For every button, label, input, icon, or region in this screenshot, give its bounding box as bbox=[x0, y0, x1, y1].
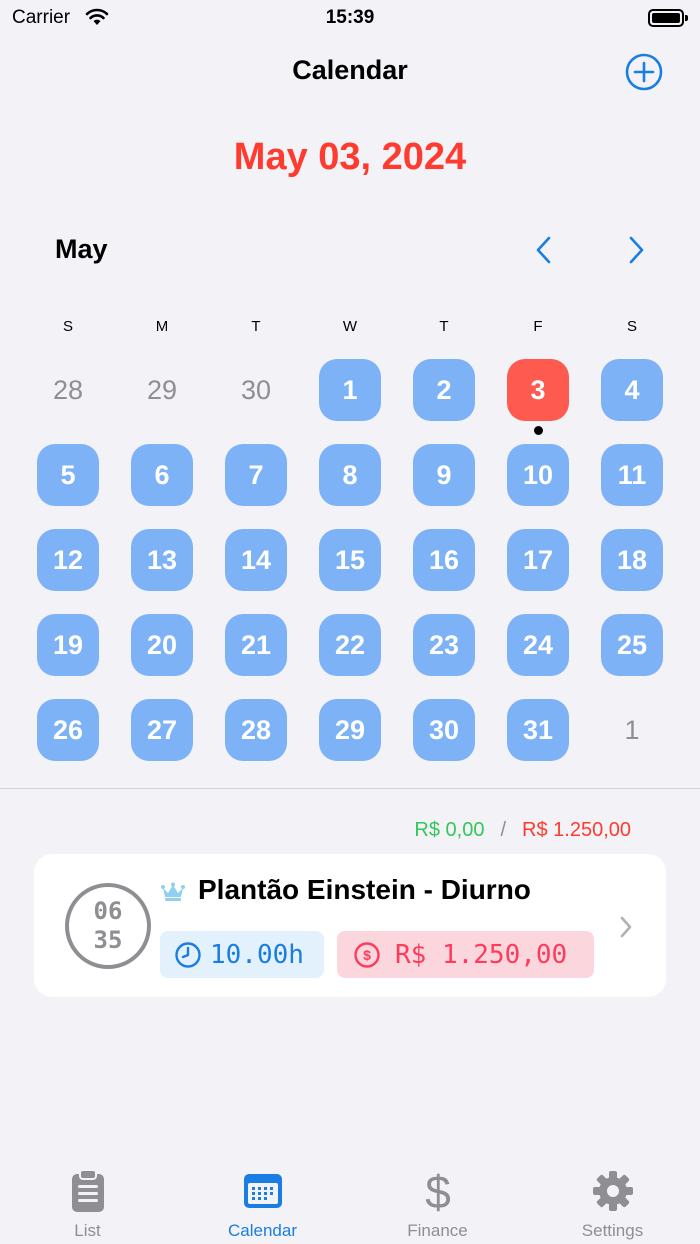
next-month-button[interactable] bbox=[620, 232, 652, 268]
weekday-label: T bbox=[439, 318, 449, 335]
day-cell[interactable]: 5 bbox=[37, 444, 99, 506]
day-cell[interactable]: 26 bbox=[37, 699, 99, 761]
day-cell[interactable]: 11 bbox=[601, 444, 663, 506]
shift-value: R$ 1.250,00 bbox=[395, 939, 568, 970]
tab-finance[interactable]: $ Finance bbox=[350, 1158, 525, 1244]
total-separator: / bbox=[500, 819, 507, 841]
day-cell[interactable]: 30 bbox=[413, 699, 475, 761]
tab-bar: List Calendar $ Finance Settings bbox=[0, 1158, 700, 1244]
clipboard-icon bbox=[0, 1166, 175, 1216]
day-cell[interactable]: 19 bbox=[37, 614, 99, 676]
day-cell[interactable]: 18 bbox=[601, 529, 663, 591]
total-expected: R$ 1.250,00 bbox=[522, 819, 631, 841]
day-cell[interactable]: 17 bbox=[507, 529, 569, 591]
weekday-label: S bbox=[626, 318, 637, 335]
start-minute: 35 bbox=[93, 926, 123, 954]
tab-list[interactable]: List bbox=[0, 1158, 175, 1244]
day-cell[interactable]: 20 bbox=[131, 614, 193, 676]
tab-settings[interactable]: Settings bbox=[525, 1158, 700, 1244]
day-cell[interactable]: 10 bbox=[507, 444, 569, 506]
day-cell-selected[interactable]: 3 bbox=[507, 359, 569, 421]
weekday-label: F bbox=[533, 318, 543, 335]
page-title: Calendar bbox=[292, 55, 408, 85]
day-cell[interactable]: 7 bbox=[225, 444, 287, 506]
chevron-right-icon bbox=[629, 236, 644, 264]
day-cell[interactable]: 4 bbox=[601, 359, 663, 421]
weekday-label: W bbox=[342, 318, 358, 335]
dollar-circle-icon: $ bbox=[354, 941, 380, 968]
plus-circle-icon bbox=[625, 53, 663, 91]
day-cell[interactable]: 27 bbox=[131, 699, 193, 761]
month-label: May bbox=[55, 234, 108, 264]
previous-month-button[interactable] bbox=[528, 232, 560, 268]
add-shift-button[interactable] bbox=[624, 52, 664, 92]
day-cell[interactable]: 28 bbox=[225, 699, 287, 761]
day-cell[interactable]: 9 bbox=[413, 444, 475, 506]
day-cell[interactable]: 15 bbox=[319, 529, 381, 591]
divider bbox=[0, 788, 700, 789]
day-cell[interactable]: 24 bbox=[507, 614, 569, 676]
tab-calendar[interactable]: Calendar bbox=[175, 1158, 350, 1244]
shift-title: Plantão Einstein - Diurno bbox=[198, 874, 531, 905]
weekday-label: S bbox=[62, 318, 73, 335]
svg-text:$: $ bbox=[363, 947, 371, 963]
selected-date: May 03, 2024 bbox=[233, 136, 467, 178]
shift-hours: 10.00h bbox=[210, 939, 304, 970]
crown-icon bbox=[160, 882, 186, 907]
status-time: 15:39 bbox=[325, 7, 375, 28]
day-cell[interactable]: 31 bbox=[507, 699, 569, 761]
tab-label-list: List bbox=[74, 1221, 101, 1240]
day-cell-other-month[interactable]: 28 bbox=[37, 359, 99, 421]
day-cell[interactable]: 1 bbox=[319, 359, 381, 421]
svg-text:$: $ bbox=[425, 1168, 451, 1214]
day-cell[interactable]: 16 bbox=[413, 529, 475, 591]
shift-start-time: 06 35 bbox=[65, 883, 151, 969]
shift-card[interactable]: 06 35 Plantão Einstein - Diurno 10.00h $… bbox=[34, 854, 666, 997]
event-indicator-dot bbox=[533, 426, 543, 435]
day-cell[interactable]: 14 bbox=[225, 529, 287, 591]
chevron-right-icon bbox=[617, 914, 635, 945]
status-bar: Carrier 15:39 bbox=[0, 0, 700, 36]
day-cell[interactable]: 22 bbox=[319, 614, 381, 676]
gear-icon bbox=[525, 1166, 700, 1216]
day-cell-other-month[interactable]: 1 bbox=[601, 699, 663, 761]
chevron-left-icon bbox=[536, 236, 551, 264]
day-cell-other-month[interactable]: 29 bbox=[131, 359, 193, 421]
dollar-icon: $ bbox=[350, 1166, 525, 1216]
hours-badge: 10.00h bbox=[160, 931, 324, 978]
battery-icon bbox=[648, 9, 688, 27]
total-earned: R$ 0,00 bbox=[414, 819, 485, 841]
totals-row: R$ 0,00 / R$ 1.250,00 bbox=[414, 819, 631, 842]
day-cell[interactable]: 8 bbox=[319, 444, 381, 506]
clock-icon bbox=[175, 941, 201, 968]
day-cell[interactable]: 6 bbox=[131, 444, 193, 506]
weekday-label: M bbox=[155, 318, 169, 335]
value-badge: $ R$ 1.250,00 bbox=[337, 931, 594, 978]
day-cell[interactable]: 13 bbox=[131, 529, 193, 591]
tab-label-finance: Finance bbox=[407, 1221, 468, 1240]
day-cell[interactable]: 25 bbox=[601, 614, 663, 676]
day-cell-other-month[interactable]: 30 bbox=[225, 359, 287, 421]
day-cell[interactable]: 23 bbox=[413, 614, 475, 676]
day-cell[interactable]: 21 bbox=[225, 614, 287, 676]
day-cell[interactable]: 2 bbox=[413, 359, 475, 421]
tab-label-settings: Settings bbox=[581, 1221, 644, 1240]
calendar-icon bbox=[175, 1166, 350, 1216]
day-cell[interactable]: 12 bbox=[37, 529, 99, 591]
start-hour: 06 bbox=[93, 897, 123, 925]
weekday-label: T bbox=[251, 318, 261, 335]
tab-label-calendar: Calendar bbox=[228, 1221, 297, 1240]
day-cell[interactable]: 29 bbox=[319, 699, 381, 761]
